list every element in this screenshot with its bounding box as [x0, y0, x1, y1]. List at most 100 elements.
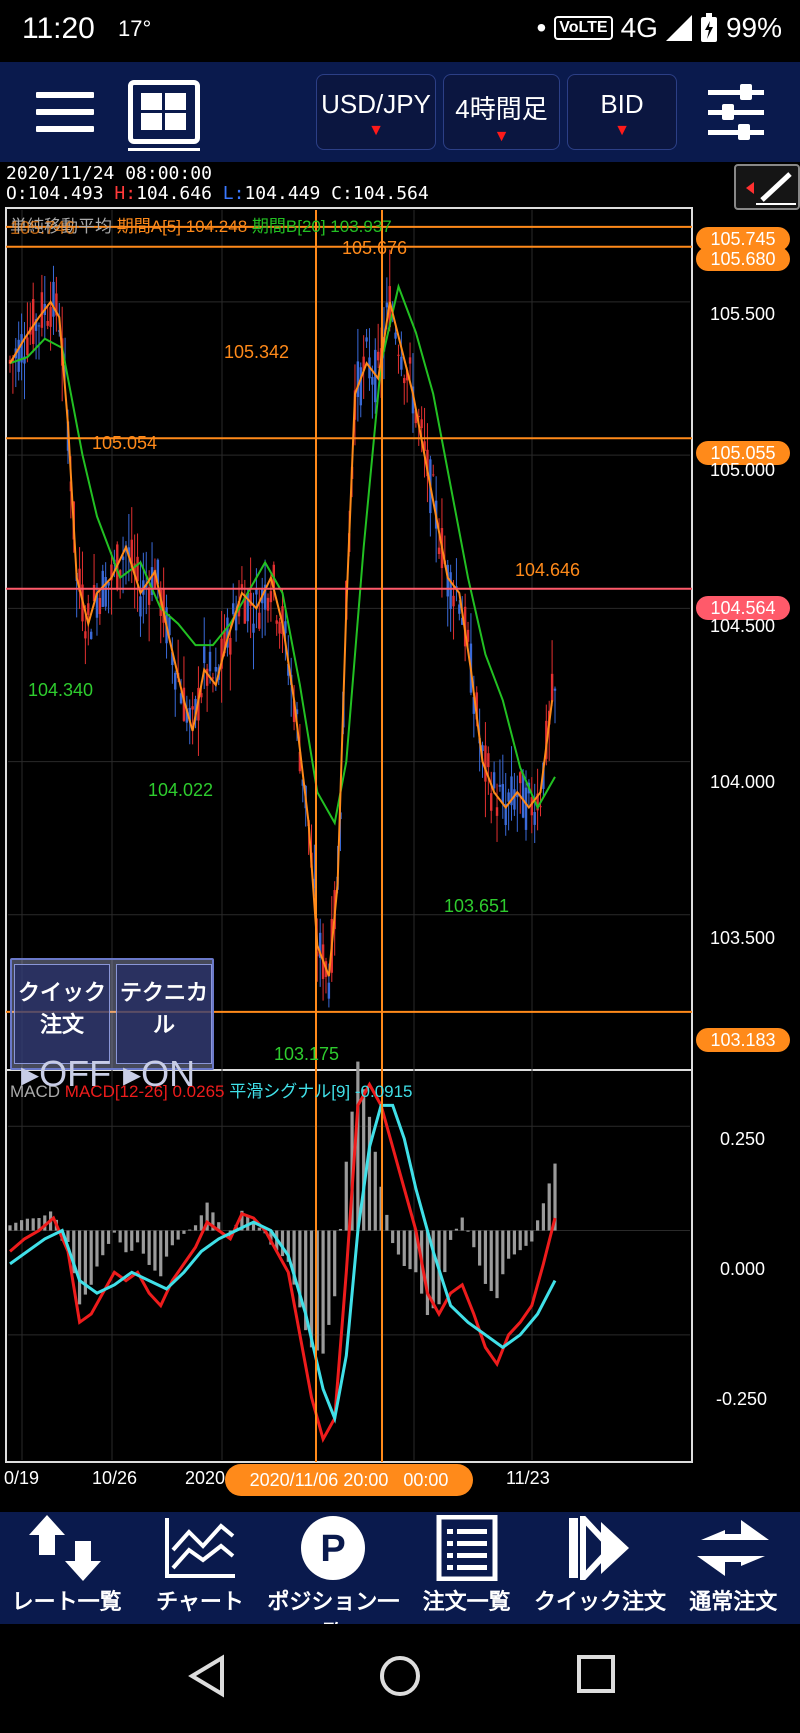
price-type-selector[interactable]: BID ▼: [567, 74, 677, 150]
candle-body: [553, 688, 557, 691]
candle-body: [214, 666, 218, 672]
candle-body: [449, 572, 452, 609]
candle-body: [397, 354, 400, 356]
macd-histogram-bar: [530, 1230, 534, 1242]
pair-selector[interactable]: USD/JPY ▼: [316, 74, 436, 150]
candle-body: [495, 807, 499, 816]
volte-icon: VoLTE: [554, 16, 613, 40]
candle-body: [524, 787, 528, 830]
macd-histogram-bar: [362, 1089, 366, 1231]
macd-histogram-bar: [518, 1230, 522, 1251]
macd-histogram-bar: [338, 1228, 343, 1231]
macd-histogram-bar: [188, 1229, 192, 1231]
macd-histogram-bar: [327, 1230, 331, 1325]
macd-histogram-bar: [89, 1230, 93, 1285]
technical-toggle[interactable]: テクニカル ▸ON: [116, 964, 212, 1094]
candle-body: [255, 589, 258, 595]
macd-histogram-bar: [344, 1161, 348, 1231]
crosshair-time: 00:00: [403, 1470, 449, 1490]
x-axis-label: 2020: [185, 1468, 226, 1488]
candle-body: [327, 982, 331, 999]
macd-histogram-bar: [541, 1203, 546, 1231]
candle-body: [46, 320, 49, 326]
crosshair-date-label: 2020/11/06 20:00 00:00: [225, 1464, 473, 1496]
top-toolbar: USD/JPY ▼ 4時間足 ▼ BID ▼: [0, 62, 800, 162]
nav-rate-list-label: レート一覧: [11, 1589, 122, 1614]
macd-histogram-bar: [101, 1230, 105, 1256]
macd-histogram-bar: [478, 1230, 482, 1266]
layout-grid-icon[interactable]: [128, 80, 200, 151]
nav-quick-order[interactable]: クイック注文: [533, 1512, 666, 1624]
candle-body: [533, 812, 536, 825]
candle-body: [87, 603, 90, 615]
macd-histogram-bar: [141, 1230, 145, 1254]
macd-legend-signal: 平滑シグナル[9] -0.0915: [229, 1082, 413, 1101]
chart-icon: [164, 1518, 235, 1578]
pair-label: USD/JPY: [321, 89, 431, 119]
price-axis-label: 105.500: [710, 304, 776, 324]
macd-axis-label: 0.000: [720, 1259, 766, 1279]
nav-order-list-label: 注文一覧: [422, 1589, 511, 1614]
nav-normal-order-label: 通常注文: [689, 1589, 778, 1614]
candle-body: [452, 595, 455, 607]
candle-body: [269, 591, 273, 603]
macd-histogram-bar: [385, 1214, 389, 1231]
price-tag-line: 105.680: [696, 247, 790, 271]
nav-normal-order[interactable]: 通常注文: [667, 1512, 800, 1624]
macd-histogram-bar: [454, 1228, 459, 1231]
settings-sliders-icon[interactable]: [708, 84, 764, 140]
candle-body: [278, 621, 281, 634]
nav-rate-list[interactable]: レート一覧: [0, 1512, 133, 1624]
candle-body: [31, 299, 35, 345]
macd-histogram-bar: [176, 1230, 180, 1240]
macd-histogram-bar: [512, 1230, 517, 1255]
recents-icon[interactable]: [576, 1654, 616, 1694]
back-icon[interactable]: [186, 1654, 226, 1698]
order-list-icon: [436, 1515, 498, 1581]
candle-body: [356, 361, 360, 398]
candle-body: [89, 631, 93, 639]
nav-chart[interactable]: チャート: [133, 1512, 266, 1624]
macd-histogram-bar: [460, 1217, 464, 1231]
candle-body: [408, 357, 412, 364]
macd-histogram-bar: [408, 1230, 412, 1270]
candle-body: [275, 620, 278, 624]
macd-histogram-bar: [536, 1220, 540, 1231]
battery-level: 99%: [725, 12, 782, 43]
candle-body: [136, 556, 139, 582]
candle-body: [258, 612, 261, 629]
price-type-label: BID: [600, 89, 644, 119]
macd-histogram-bar: [8, 1225, 12, 1231]
macd-histogram-bar: [495, 1230, 499, 1299]
macd-histogram-bar: [95, 1230, 99, 1267]
macd-histogram-bar: [489, 1230, 493, 1292]
macd-histogram-bar: [118, 1230, 122, 1243]
candle-body: [420, 419, 423, 429]
candle-body: [501, 784, 505, 804]
macd-histogram-bar: [321, 1230, 325, 1354]
nav-order-list[interactable]: 注文一覧: [400, 1512, 533, 1624]
swap-arrows-icon: [28, 1515, 101, 1581]
annotation-low: 103.651: [444, 896, 510, 916]
candle-body: [252, 623, 255, 633]
ohlc-datetime: 2020/11/24 08:00:00: [6, 163, 212, 184]
candle-body: [550, 673, 554, 702]
nav-position-list[interactable]: P ポジション一覧: [267, 1512, 400, 1646]
macd-histogram-bar: [472, 1230, 476, 1248]
price-chart[interactable]: [0, 200, 800, 1464]
home-icon[interactable]: [378, 1654, 422, 1698]
ma-legend-b: 期間B[20] 103.937: [251, 217, 392, 236]
macd-histogram-bar: [193, 1225, 198, 1231]
ma-legend-a: 期間A[5] 104.248: [116, 217, 248, 236]
macd-histogram-bar: [182, 1230, 186, 1234]
macd-histogram-bar: [396, 1230, 401, 1255]
timeframe-selector[interactable]: 4時間足 ▼: [443, 74, 560, 150]
candle-body: [211, 677, 215, 679]
menu-icon[interactable]: [36, 92, 94, 132]
macd-histogram-bar: [524, 1230, 528, 1246]
candle-body: [104, 577, 107, 607]
macd-histogram-bar: [443, 1230, 447, 1273]
quick-order-toggle[interactable]: クイック注文 ▸OFF: [14, 964, 111, 1094]
macd-histogram-bar: [449, 1230, 453, 1240]
signal-icon: [665, 15, 692, 41]
